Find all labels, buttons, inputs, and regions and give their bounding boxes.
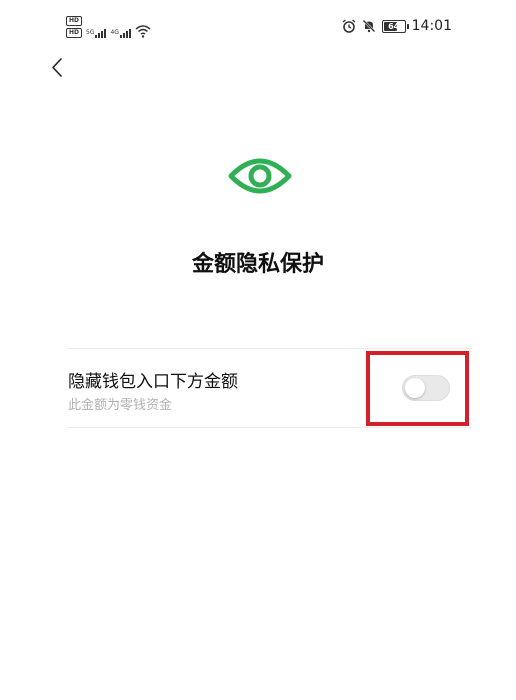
- status-bar-left: HD HD 5G 4G: [66, 16, 151, 38]
- chevron-left-icon: [52, 58, 62, 77]
- cell-signal-icon: 5G: [86, 29, 107, 38]
- cell-signal-1-label: 5G: [86, 29, 95, 36]
- page-title: 金额隐私保护: [191, 252, 324, 277]
- eye-icon: [228, 158, 292, 194]
- mute-icon: [362, 19, 375, 33]
- wifi-icon: [135, 25, 151, 38]
- divider-bottom: [68, 427, 472, 428]
- alarm-icon: [342, 19, 356, 33]
- battery-icon: 64: [381, 19, 409, 33]
- hd-badge-2: HD: [66, 28, 83, 38]
- cell-signal-icon: 4G: [110, 29, 131, 38]
- setting-subtitle: 此金额为零钱资金: [68, 398, 173, 413]
- status-bar-right: 64 14:01: [342, 18, 452, 34]
- status-bar: HD HD 5G 4G 64 14:01: [0, 0, 516, 52]
- hd-badge-1: HD: [66, 16, 83, 26]
- setting-title: 隐藏钱包入口下方金额: [68, 372, 238, 392]
- back-button[interactable]: [44, 54, 72, 82]
- cell-signal-2-label: 4G: [110, 29, 119, 36]
- highlight-annotation-box: [366, 351, 469, 426]
- battery-level: 64: [388, 21, 400, 31]
- status-time: 14:01: [411, 18, 452, 34]
- hd-badges: HD HD: [66, 16, 83, 38]
